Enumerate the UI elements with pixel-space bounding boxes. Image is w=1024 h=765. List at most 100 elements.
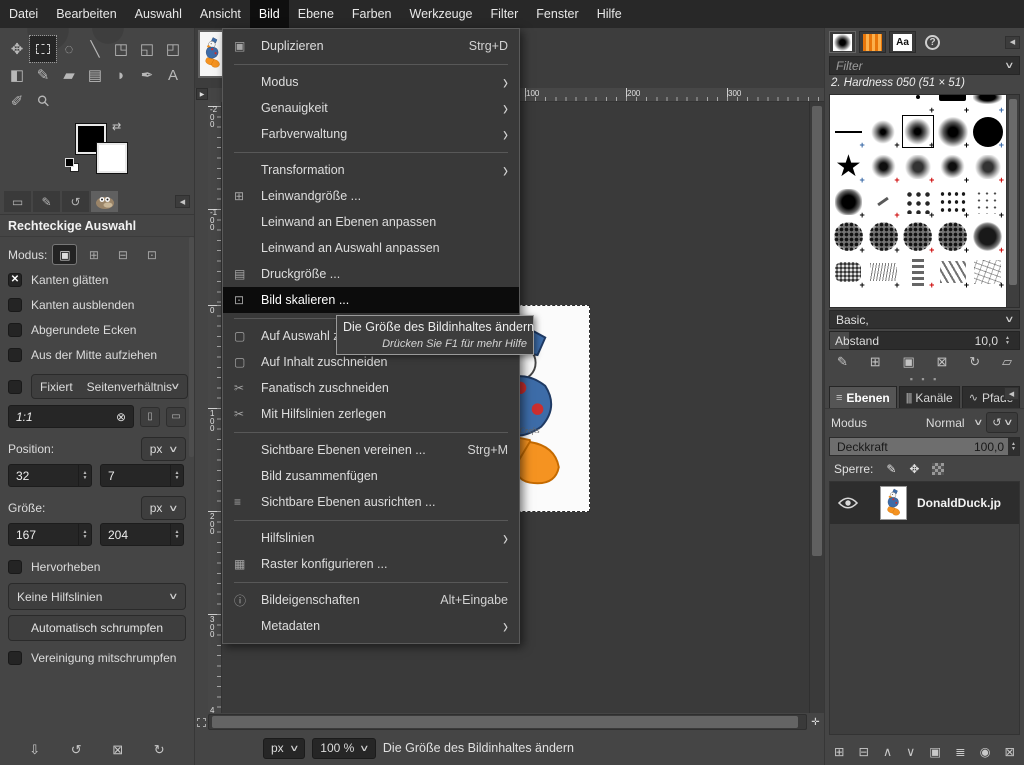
brush-item[interactable]: [866, 114, 901, 149]
brush-item[interactable]: [935, 219, 970, 254]
lock-alpha-icon[interactable]: [932, 463, 944, 475]
mode-intersect-icon[interactable]: ⊡: [140, 245, 163, 264]
rounded-corners-checkbox[interactable]: [8, 323, 22, 337]
reset-tool-options-icon[interactable]: ↻: [154, 742, 165, 758]
brush-item[interactable]: [935, 184, 970, 219]
mode-add-icon[interactable]: ⊞: [82, 245, 105, 264]
menu-item-druckgroesse[interactable]: ▤ Druckgröße ...: [223, 261, 519, 287]
tool-options-scrollbar[interactable]: [189, 237, 194, 457]
raise-layer-icon[interactable]: ∧: [883, 744, 892, 759]
antialias-option[interactable]: ✕ Kanten glätten: [8, 267, 186, 292]
ratio-input[interactable]: 1:1 ⊗: [8, 405, 134, 428]
brush-grid[interactable]: ★: [830, 95, 1006, 307]
tab-layers[interactable]: ≡ Ebenen: [829, 386, 897, 408]
expand-from-center-checkbox[interactable]: [8, 348, 22, 362]
refresh-brushes-icon[interactable]: ↻: [969, 354, 980, 370]
tab-fonts[interactable]: Aa: [889, 31, 916, 53]
menu-item-raster-konfigurieren[interactable]: ▦ Raster konfigurieren ...: [223, 551, 519, 577]
highlight-option[interactable]: Hervorheben: [8, 554, 186, 579]
merge-down-icon[interactable]: ≣: [955, 744, 965, 759]
swap-colors-icon[interactable]: ⇄: [112, 120, 121, 133]
brush-item[interactable]: [831, 95, 866, 114]
move-tool-icon[interactable]: ✥: [4, 36, 30, 62]
tab-tool-options[interactable]: ▭: [4, 191, 31, 212]
landscape-icon[interactable]: ▭: [166, 407, 186, 427]
tab-patterns[interactable]: [859, 31, 886, 53]
menu-item-genauigkeit[interactable]: Genauigkeit ›: [223, 95, 519, 121]
brush-item[interactable]: [901, 254, 936, 289]
brush-item[interactable]: [970, 254, 1005, 289]
navigation-icon[interactable]: ✛: [807, 717, 824, 728]
tab-device-status[interactable]: ✎: [33, 191, 60, 212]
menu-item-farbverwaltung[interactable]: Farbverwaltung ›: [223, 121, 519, 147]
menu-item-bildeigenschaften[interactable]: ⓘ Bildeigenschaften Alt+Eingabe: [223, 587, 519, 613]
menu-item-sichtbare-ebenen-vereinen[interactable]: Sichtbare Ebenen vereinen ... Strg+M: [223, 437, 519, 463]
menu-hilfe[interactable]: Hilfe: [588, 0, 631, 28]
position-x-field[interactable]: 32 ▲▼: [8, 464, 92, 487]
menu-item-mit-hilfslinien-zerlegen[interactable]: ✂ Mit Hilfslinien zerlegen: [223, 401, 519, 427]
brush-item[interactable]: [866, 149, 901, 184]
tab-wilber[interactable]: [91, 191, 118, 212]
opacity-spinner[interactable]: ▲▼: [1008, 438, 1019, 455]
menu-item-duplizieren[interactable]: ▣ Duplizieren Strg+D: [223, 33, 519, 59]
menu-item-modus[interactable]: Modus ›: [223, 69, 519, 95]
brush-item[interactable]: [831, 219, 866, 254]
position-unit-dropdown[interactable]: px ∨: [141, 437, 186, 461]
menu-item-hilfslinien[interactable]: Hilfslinien ›: [223, 525, 519, 551]
menu-bearbeiten[interactable]: Bearbeiten: [47, 0, 125, 28]
save-tool-preset-icon[interactable]: ⇩: [29, 742, 40, 758]
delete-tool-preset-icon[interactable]: ⊠: [112, 742, 123, 758]
brush-grid-scrollbar[interactable]: [1006, 95, 1019, 307]
size-width-spinner[interactable]: ▲▼: [78, 524, 91, 545]
lock-position-icon[interactable]: ✥: [909, 462, 919, 476]
feather-option[interactable]: Kanten ausblenden: [8, 292, 186, 317]
rectangle-select-tool-icon[interactable]: [30, 36, 56, 62]
shrink-merged-checkbox[interactable]: [8, 651, 22, 665]
paths-tool-icon[interactable]: ✒: [134, 62, 160, 88]
delete-layer-icon[interactable]: ⊠: [1005, 744, 1015, 759]
size-height-field[interactable]: 204 ▲▼: [100, 523, 184, 546]
open-brush-icon[interactable]: ▱: [1002, 354, 1012, 370]
menu-item-leinwandgroesse[interactable]: ⊞ Leinwandgröße ...: [223, 183, 519, 209]
menu-item-transformation[interactable]: Transformation ›: [223, 157, 519, 183]
menu-ebene[interactable]: Ebene: [289, 0, 343, 28]
bucket-fill-tool-icon[interactable]: ◧: [4, 62, 30, 88]
zoom-dropdown[interactable]: 100 % ∨: [312, 738, 376, 759]
menu-item-bild-skalieren[interactable]: ⊡ Bild skalieren ...: [223, 287, 519, 313]
menu-farben[interactable]: Farben: [343, 0, 401, 28]
brush-item[interactable]: [866, 95, 901, 114]
position-y-spinner[interactable]: ▲▼: [170, 465, 183, 486]
duplicate-layer-icon[interactable]: ▣: [929, 744, 941, 759]
expand-from-center-option[interactable]: Aus der Mitte aufziehen: [8, 342, 186, 367]
dock-resize-handle[interactable]: ▪ ▪ ▪: [825, 374, 1024, 383]
image-menu-button[interactable]: ▶: [196, 88, 208, 100]
brush-item[interactable]: [831, 114, 866, 149]
menu-filter[interactable]: Filter: [482, 0, 528, 28]
free-select-tool-icon[interactable]: ◌: [56, 36, 82, 62]
brush-item[interactable]: [901, 149, 936, 184]
tab-undo-history[interactable]: ↺: [62, 191, 89, 212]
opacity-slider[interactable]: Deckkraft 100,0 ▲▼: [829, 437, 1020, 456]
menu-auswahl[interactable]: Auswahl: [126, 0, 191, 28]
crop-tool-icon[interactable]: ◳: [108, 36, 134, 62]
fixed-ratio-dropdown[interactable]: Fixiert Seitenverhältnis ∨: [31, 374, 188, 399]
menu-item-fanatisch-zuschneiden[interactable]: ✂ Fanatisch zuschneiden: [223, 375, 519, 401]
menu-item-leinwand-ebenen[interactable]: Leinwand an Ebenen anpassen: [223, 209, 519, 235]
brush-item[interactable]: [935, 149, 970, 184]
menu-fenster[interactable]: Fenster: [527, 0, 587, 28]
brush-item[interactable]: [901, 219, 936, 254]
vertical-scrollbar[interactable]: [809, 102, 824, 713]
brush-item[interactable]: [935, 114, 970, 149]
collapse-layers-dock-icon[interactable]: ◀: [1004, 387, 1019, 400]
fixed-checkbox[interactable]: [8, 380, 22, 394]
brush-item[interactable]: [901, 184, 936, 219]
tab-brushes[interactable]: [829, 31, 856, 53]
brush-item[interactable]: [935, 254, 970, 289]
paintbrush-tool-icon[interactable]: ✎: [30, 62, 56, 88]
clear-ratio-icon[interactable]: ⊗: [116, 410, 126, 424]
text-tool-icon[interactable]: A: [160, 62, 186, 88]
vertical-scrollbar-thumb[interactable]: [812, 106, 822, 556]
auto-shrink-button[interactable]: Automatisch schrumpfen: [8, 615, 186, 641]
brush-spacing-spinner[interactable]: ▲▼: [1001, 334, 1014, 348]
mode-subtract-icon[interactable]: ⊟: [111, 245, 134, 264]
